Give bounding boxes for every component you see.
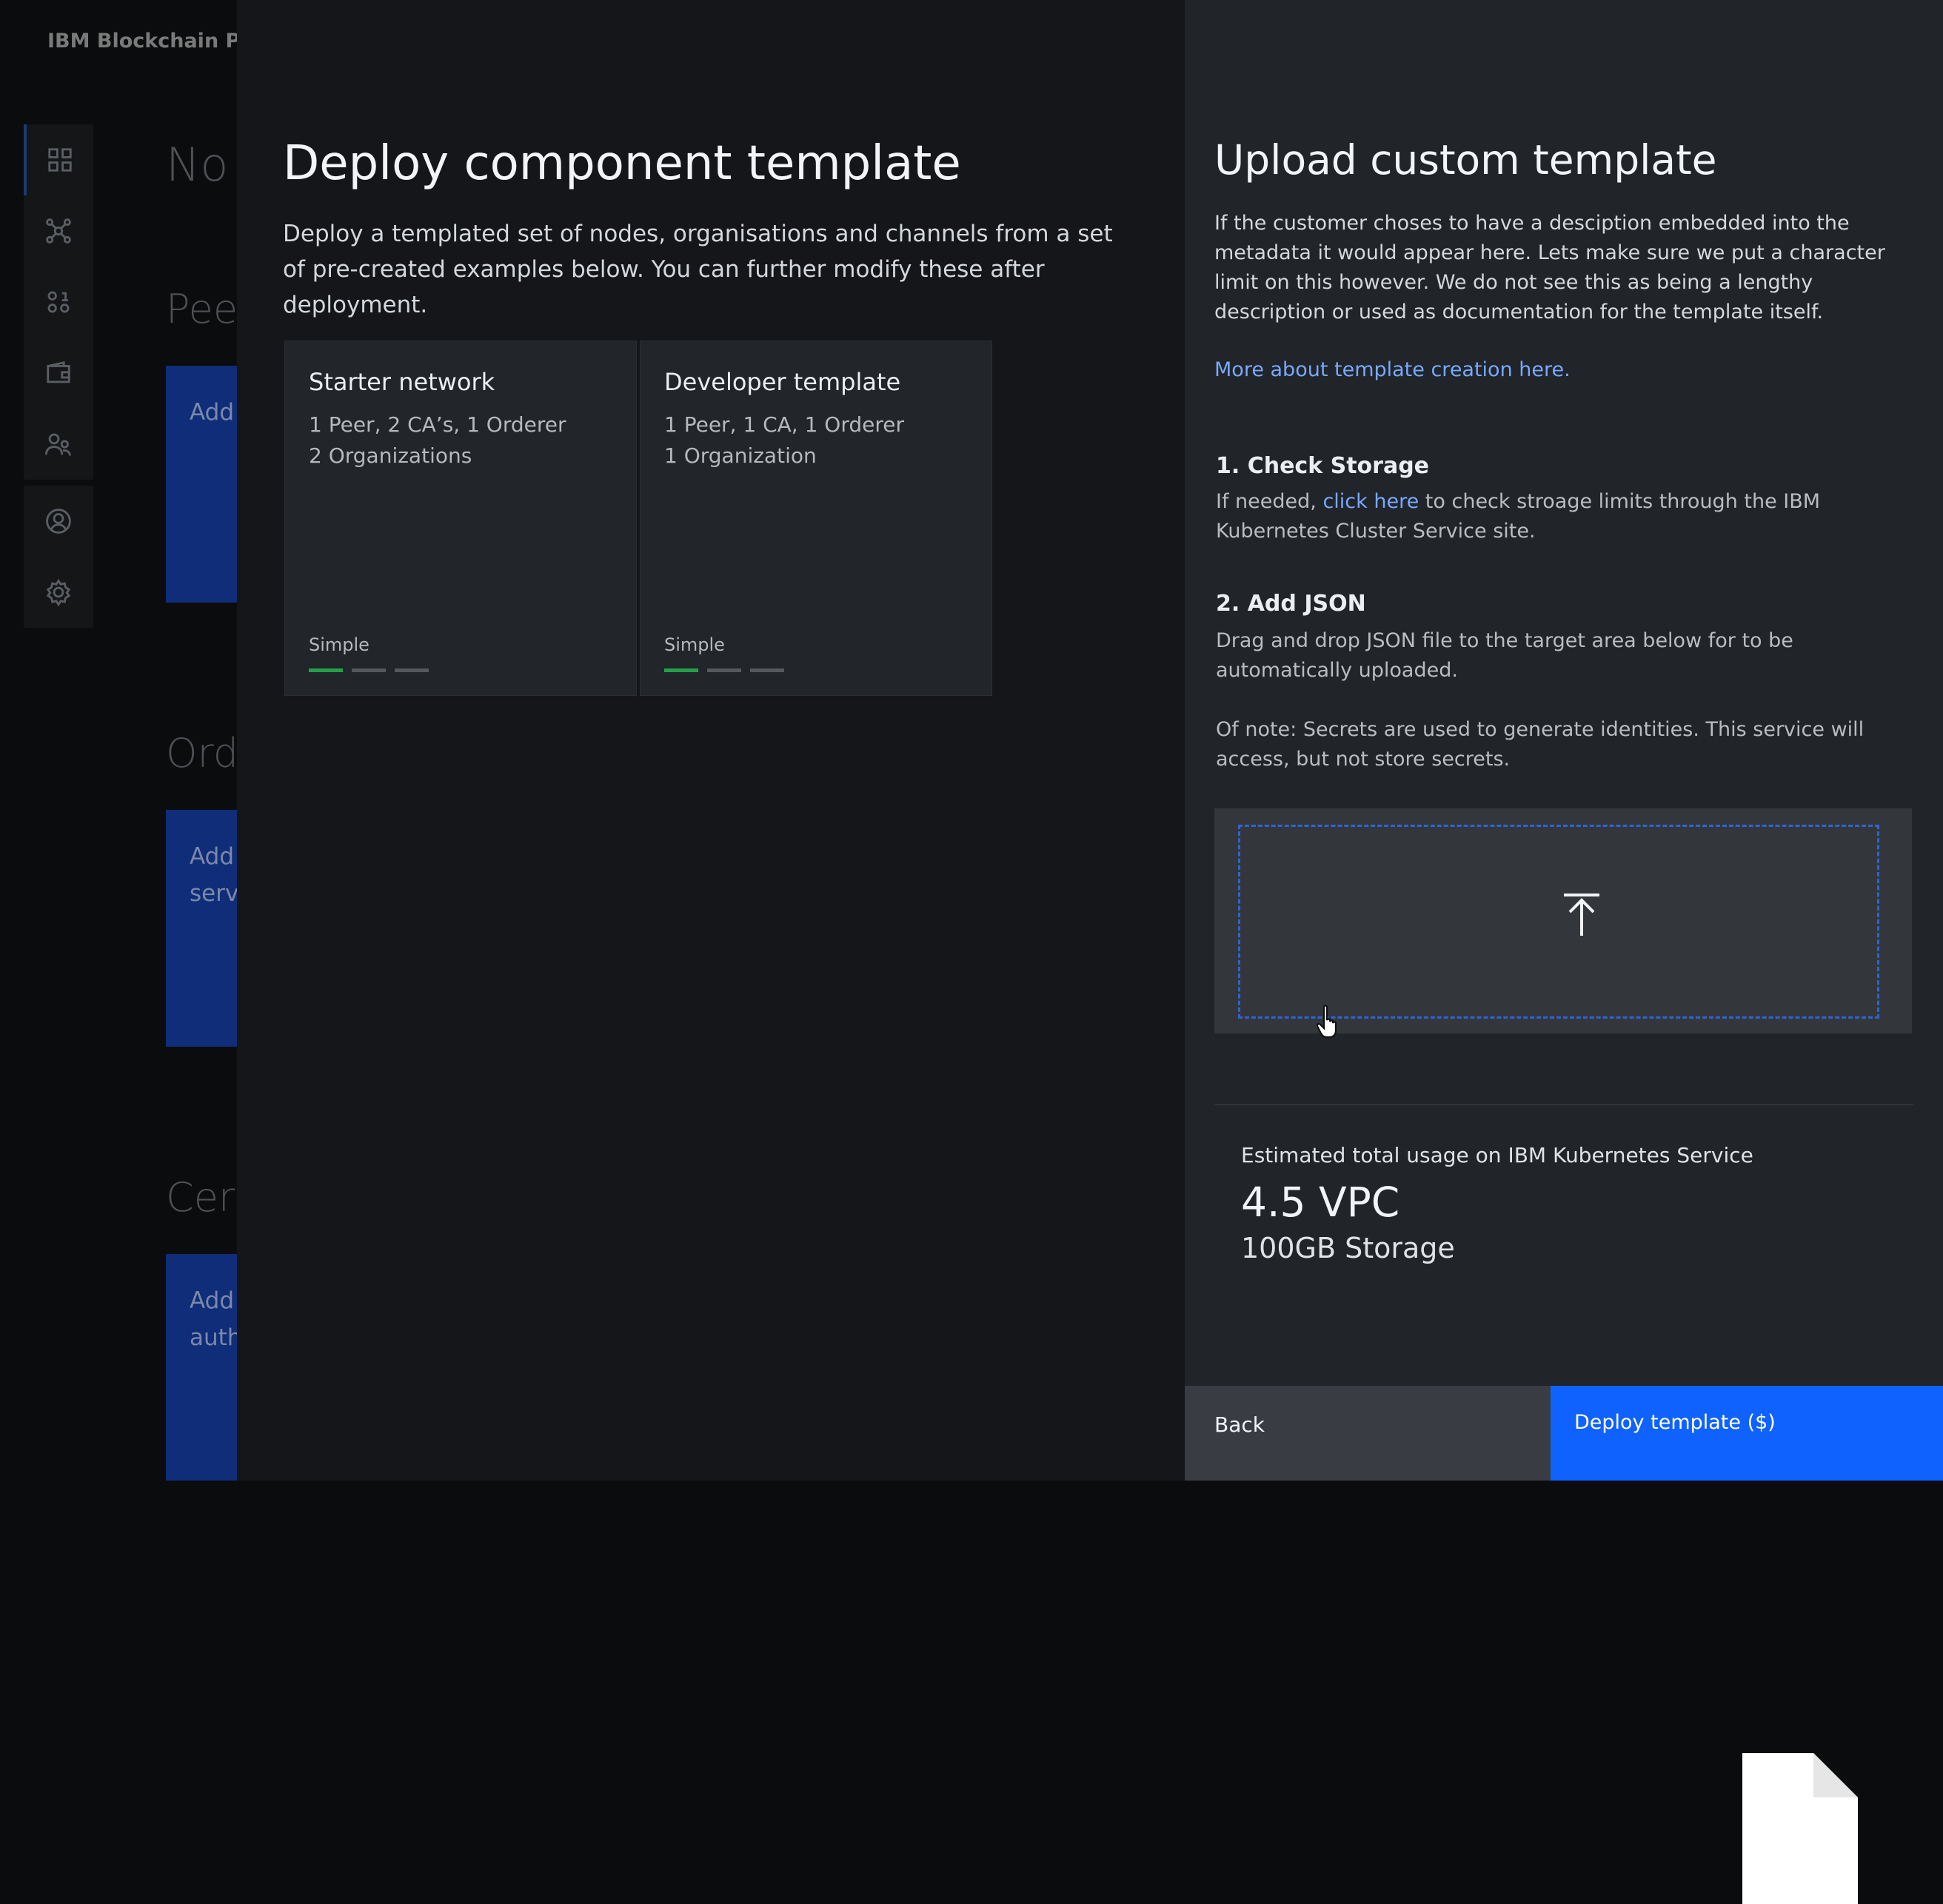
- nav-item-settings[interactable]: [24, 557, 93, 628]
- upload-icon: [1564, 894, 1599, 936]
- settings-icon: [46, 578, 71, 606]
- dropzone-border: [1238, 825, 1879, 1019]
- template-card-starter-network[interactable]: Starter network 1 Peer, 2 CA’s, 1 Ordere…: [284, 341, 637, 696]
- panel-description: Deploy a templated set of nodes, organis…: [283, 221, 1113, 318]
- nav-group-user: [24, 486, 93, 628]
- deploy-template-button[interactable]: Deploy template ($): [1551, 1386, 1943, 1481]
- complexity-meter: [664, 668, 784, 672]
- app-title: IBM Blockchain Pla: [47, 30, 261, 53]
- network-icon: [46, 218, 71, 244]
- template-metadata-description: If the customer choses to have a descipt…: [1214, 212, 1885, 324]
- complexity-label: Simple: [309, 634, 369, 655]
- step-2-title: 2. Add JSON: [1216, 591, 1366, 617]
- nav-item-organizations[interactable]: [24, 409, 93, 480]
- nodes-heading: No: [166, 138, 229, 192]
- deploy-template-panel: Deploy component template Deploy a templ…: [237, 0, 1185, 1481]
- back-button[interactable]: Back: [1185, 1386, 1551, 1481]
- complexity-label: Simple: [664, 634, 725, 655]
- template-components: 1 Peer, 2 CA’s, 1 Orderer: [309, 412, 566, 437]
- usage-estimate-vpc: 4.5 VPC: [1241, 1179, 1400, 1226]
- user-profile-icon: [46, 509, 71, 534]
- step-1-text: If needed, click here to check stroage l…: [1216, 487, 1882, 546]
- check-storage-link[interactable]: click here: [1322, 490, 1419, 513]
- nav-item-channels[interactable]: [24, 267, 93, 338]
- secrets-note: Of note: Secrets are used to generate id…: [1216, 718, 1865, 771]
- complexity-segment: [309, 668, 343, 672]
- template-name: Developer template: [664, 368, 901, 396]
- template-creation-link[interactable]: More about template creation here.: [1214, 358, 1571, 381]
- step-2-text: Drag and drop JSON file to the target ar…: [1216, 629, 1793, 682]
- complexity-segment: [707, 668, 741, 672]
- nav-item-nodes[interactable]: [24, 124, 93, 195]
- dragged-file-icon: [1742, 1753, 1858, 1904]
- grid-icon: [48, 148, 72, 172]
- template-components: 1 Peer, 1 CA, 1 Orderer: [664, 412, 904, 437]
- step-1-prefix: If needed,: [1216, 490, 1323, 513]
- channels-icon: [47, 291, 70, 313]
- nav-item-wallet[interactable]: [24, 338, 93, 409]
- step-1-title: 1. Check Storage: [1216, 453, 1430, 479]
- panel-title: Deploy component template: [283, 136, 961, 191]
- template-card-developer-template[interactable]: Developer template 1 Peer, 1 CA, 1 Order…: [640, 341, 992, 696]
- complexity-segment: [750, 668, 784, 672]
- template-organizations: 1 Organization: [664, 443, 817, 468]
- template-organizations: 2 Organizations: [309, 443, 472, 468]
- wallet-icon: [47, 361, 70, 383]
- complexity-segment: [664, 668, 698, 672]
- complexity-segment: [395, 668, 429, 672]
- complexity-meter: [309, 668, 429, 672]
- nav-group-main: [24, 124, 93, 480]
- hand-pointer-cursor-icon: [1316, 1005, 1337, 1039]
- json-dropzone[interactable]: [1214, 808, 1912, 1904]
- nav-item-network[interactable]: [24, 195, 93, 267]
- template-name: Starter network: [309, 368, 495, 396]
- organizations-icon: [44, 433, 71, 456]
- nav-item-user-profile[interactable]: [24, 486, 93, 557]
- upload-template-panel: Upload custom template If the customer c…: [1185, 0, 1943, 1904]
- complexity-segment: [352, 668, 386, 672]
- orderers-heading: Ord: [166, 730, 239, 777]
- section-divider: [1214, 1104, 1913, 1105]
- usage-estimate-label: Estimated total usage on IBM Kubernetes …: [1241, 1143, 1753, 1167]
- usage-estimate-storage: 100GB Storage: [1241, 1232, 1455, 1264]
- peers-heading: Pee: [166, 286, 238, 332]
- upload-title: Upload custom template: [1214, 136, 1717, 184]
- side-navigation: [24, 124, 93, 634]
